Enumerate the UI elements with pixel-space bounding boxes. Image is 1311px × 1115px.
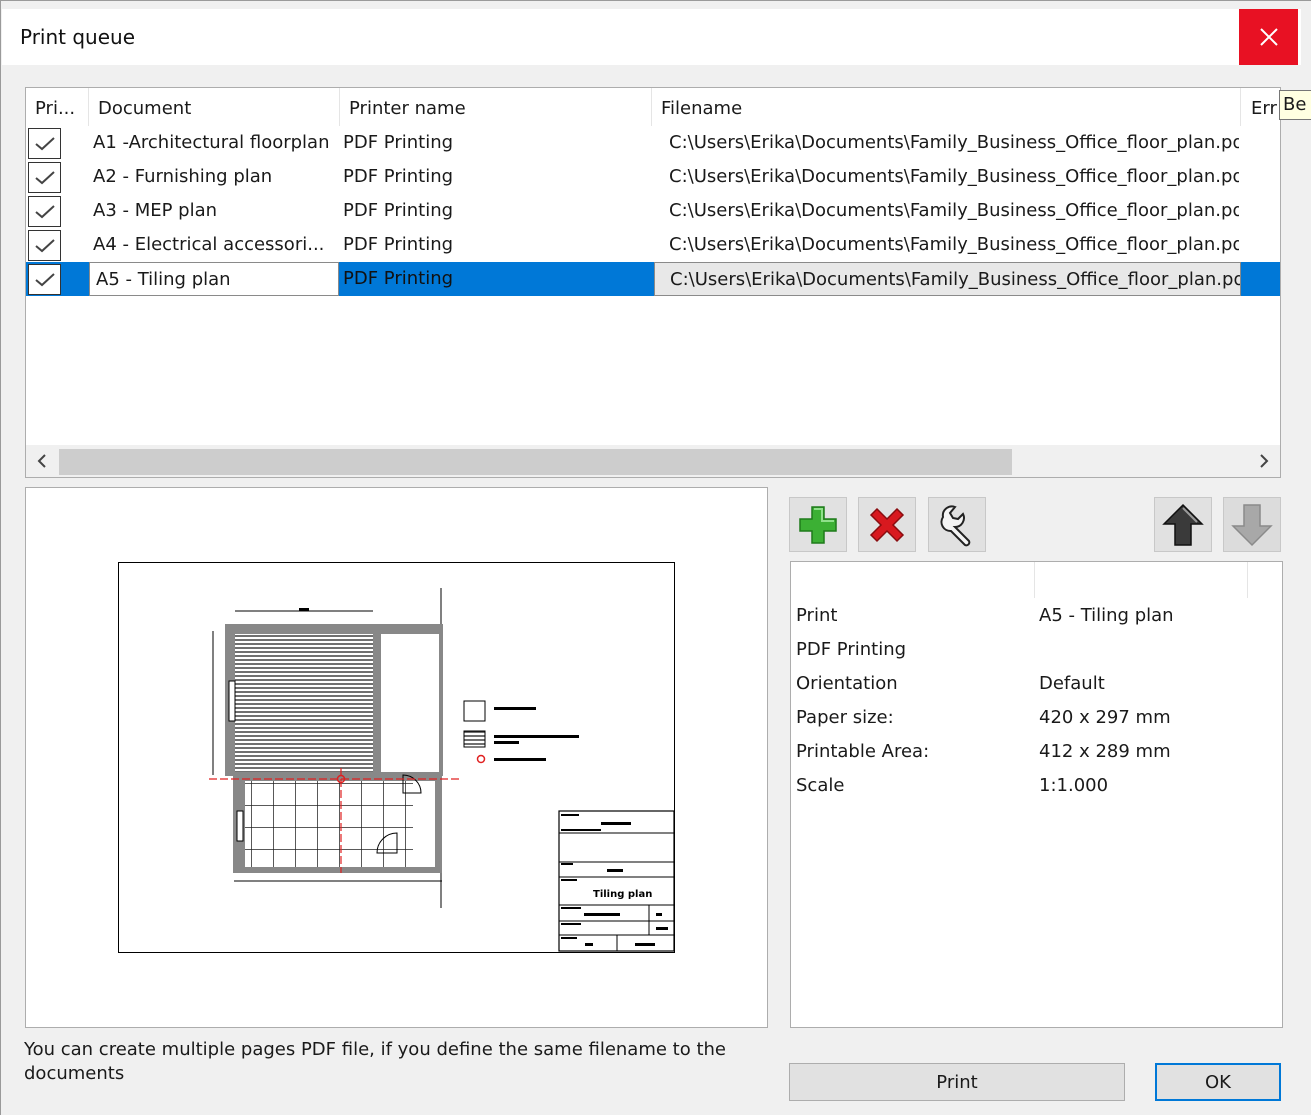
close-button[interactable] — [1239, 9, 1298, 65]
table-row[interactable]: A3 - MEP plan PDF Printing C:\Users\Erik… — [26, 194, 1280, 228]
prop-row-scale: Scale 1:1.000 — [791, 769, 1281, 803]
column-header-filename[interactable]: Filename — [652, 88, 1240, 126]
scroll-right-button[interactable] — [1248, 445, 1280, 477]
arrow-down-icon — [1231, 503, 1273, 546]
print-preview: Tiling plan — [25, 487, 768, 1028]
scrollbar-thumb[interactable] — [59, 449, 1012, 475]
tooltip: Be — [1279, 90, 1311, 120]
title-block: Tiling plan — [558, 810, 675, 952]
row-filename: C:\Users\Erika\Documents\Family_Business… — [669, 132, 1239, 153]
prop-row-orientation: Orientation Default — [791, 667, 1281, 701]
checkmark-icon — [34, 136, 55, 150]
horizontal-scrollbar[interactable] — [26, 445, 1280, 477]
prop-row-print: Print A5 - Tiling plan — [791, 599, 1281, 633]
prop-value: 1:1.000 — [1039, 775, 1109, 796]
chevron-right-icon — [1260, 454, 1269, 468]
properties-panel: Print A5 - Tiling plan PDF Printing Orie… — [790, 561, 1283, 1028]
arrow-up-icon — [1162, 503, 1204, 546]
sheet-title: Tiling plan — [593, 889, 652, 900]
row-document: A2 - Furnishing plan — [93, 166, 273, 187]
row-filename: C:\Users\Erika\Documents\Family_Business… — [669, 234, 1239, 255]
row-printer: PDF Printing — [343, 234, 454, 255]
prop-label: Print — [796, 605, 838, 626]
window-title: Print queue — [20, 25, 136, 49]
row-printer: PDF Printing — [343, 268, 454, 289]
row-checkbox[interactable] — [28, 230, 61, 261]
checkmark-icon — [34, 204, 55, 218]
prop-label: Printable Area: — [796, 741, 930, 762]
table-row[interactable]: A2 - Furnishing plan PDF Printing C:\Use… — [26, 160, 1280, 194]
table-row-selected[interactable]: A5 - Tiling plan PDF Printing C:\Users\E… — [26, 262, 1280, 296]
row-printer: PDF Printing — [343, 132, 454, 153]
checkmark-icon — [34, 170, 55, 184]
settings-button[interactable] — [928, 497, 986, 552]
row-filename: C:\Users\Erika\Documents\Family_Business… — [669, 200, 1239, 221]
title-bar: Print queue — [2, 9, 1301, 65]
close-icon — [1259, 28, 1278, 46]
chevron-left-icon — [37, 454, 46, 468]
move-down-button[interactable] — [1223, 497, 1281, 552]
floor-plan-drawing: Tiling plan — [209, 588, 675, 952]
row-document: A1 -Architectural floorplan — [93, 132, 330, 153]
column-header-error[interactable]: Err — [1241, 88, 1280, 126]
info-text: You can create multiple pages PDF file, … — [24, 1039, 726, 1084]
wrench-icon — [940, 504, 971, 546]
x-icon — [869, 507, 905, 542]
scroll-left-button[interactable] — [26, 445, 58, 477]
prop-row-paper-size: Paper size: 420 x 297 mm — [791, 701, 1281, 735]
remove-button[interactable] — [858, 497, 916, 552]
checkmark-icon — [34, 272, 55, 286]
row-document: A4 - Electrical accessori... — [93, 234, 325, 255]
row-checkbox[interactable] — [28, 196, 61, 227]
prop-row-printable-area: Printable Area: 412 x 289 mm — [791, 735, 1281, 769]
plus-icon — [799, 505, 837, 544]
prop-value: 412 x 289 mm — [1039, 741, 1171, 762]
row-filename: C:\Users\Erika\Documents\Family_Business… — [669, 166, 1239, 187]
row-document[interactable]: A5 - Tiling plan — [89, 262, 339, 296]
prop-label: Paper size: — [796, 707, 894, 728]
move-up-button[interactable] — [1154, 497, 1212, 552]
prop-label: Orientation — [796, 673, 898, 694]
prop-row-printer: PDF Printing — [791, 633, 1281, 667]
add-button[interactable] — [789, 497, 847, 552]
table-row[interactable]: A4 - Electrical accessori... PDF Printin… — [26, 228, 1280, 262]
prop-label: Scale — [796, 775, 845, 796]
column-header-printer-name[interactable]: Printer name — [340, 88, 651, 126]
row-checkbox[interactable] — [28, 128, 61, 159]
prop-value: Default — [1039, 673, 1105, 694]
print-button[interactable]: Print — [789, 1063, 1125, 1101]
prop-value: A5 - Tiling plan — [1039, 605, 1174, 626]
prop-value: 420 x 297 mm — [1039, 707, 1171, 728]
print-queue-window: Print queue Pri... Document Printer name… — [0, 0, 1311, 1115]
row-checkbox[interactable] — [28, 264, 61, 295]
row-printer: PDF Printing — [343, 166, 454, 187]
row-printer: PDF Printing — [343, 200, 454, 221]
ok-button[interactable]: OK — [1155, 1063, 1281, 1101]
table-row[interactable]: A1 -Architectural floorplan PDF Printing… — [26, 126, 1280, 160]
preview-sheet: Tiling plan — [118, 562, 675, 953]
checkmark-icon — [34, 238, 55, 252]
row-filename[interactable]: C:\Users\Erika\Documents\Family_Business… — [654, 262, 1241, 296]
row-checkbox[interactable] — [28, 162, 61, 193]
column-header-print[interactable]: Pri... — [26, 88, 88, 126]
column-header-document[interactable]: Document — [89, 88, 339, 126]
row-document: A3 - MEP plan — [93, 200, 218, 221]
print-queue-list[interactable]: Pri... Document Printer name Filename Er… — [25, 87, 1281, 478]
prop-label: PDF Printing — [796, 639, 907, 660]
